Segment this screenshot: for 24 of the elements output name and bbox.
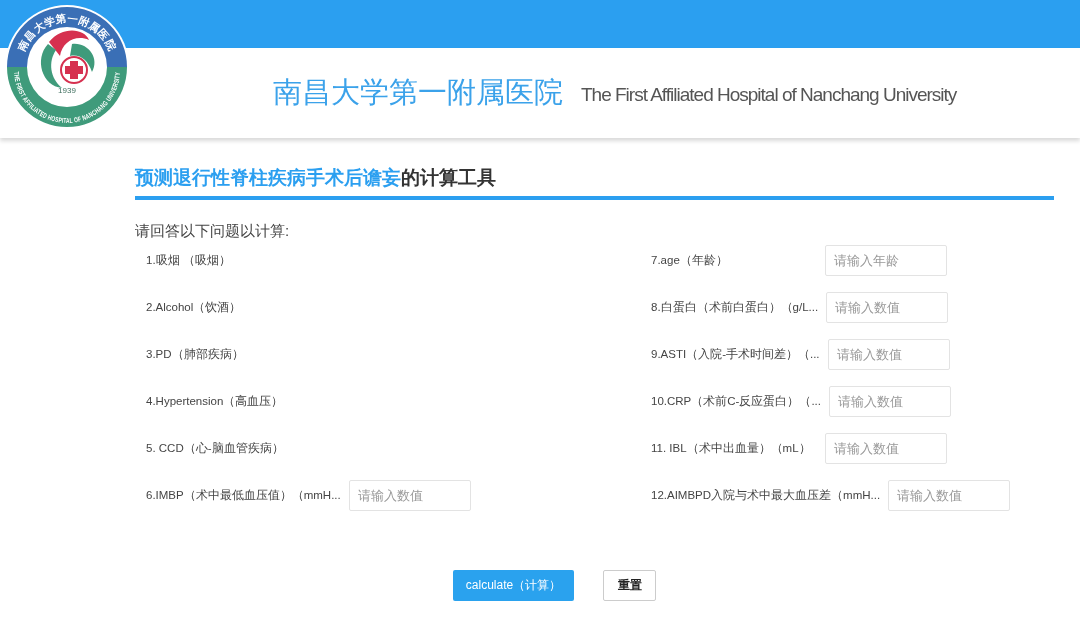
reset-button[interactable]: 重置 (603, 570, 656, 601)
input-field[interactable]: 请输入数值 (348, 480, 471, 511)
question-label: 2.Alcohol（饮酒） (146, 300, 243, 315)
input-field[interactable]: 请输入年龄 (825, 245, 947, 276)
question-label: 8.白蛋白（术前白蛋白）（g/L... (651, 300, 819, 315)
question-label: 7.age（年龄） (651, 253, 729, 268)
question-label: 9.ASTI（入院-手术时间差）（... (651, 347, 820, 362)
question-label: 4.Hypertension（高血压） (146, 394, 285, 409)
input-field[interactable]: 请输入数值 (826, 292, 949, 323)
input-field[interactable]: 请输入数值 (888, 480, 1011, 511)
hospital-name: 南昌大学第一附属医院 (273, 74, 563, 111)
question-label: 6.IMBP（术中最低血压值）（mmH... (146, 488, 341, 503)
input-field[interactable]: 请输入数值 (825, 433, 947, 464)
instruction-text: 请回答以下问题以计算: (135, 222, 291, 241)
input-field[interactable]: 请输入数值 (827, 339, 950, 370)
question-label: 5. CCD（心-脑血管疾病） (146, 441, 285, 456)
hospital-name-english: The First Affiliated Hospital of Nanchang University (581, 83, 957, 106)
question-label: 12.AIMBPD入院与术中最大血压差（mmH... (651, 488, 881, 503)
input-field[interactable]: 请输入数值 (829, 386, 951, 417)
question-label: 10.CRP（术前C-反应蛋白）（... (651, 394, 821, 409)
question-label: 1.吸烟 （吸烟） (146, 253, 232, 268)
question-label: 11. IBL（术中出血量）（mL） (651, 441, 812, 456)
question-label: 3.PD（肺部疾病） (146, 347, 245, 362)
page-title: 预测退行性脊柱疾病手术后谵妄的计算工具 (135, 165, 497, 190)
